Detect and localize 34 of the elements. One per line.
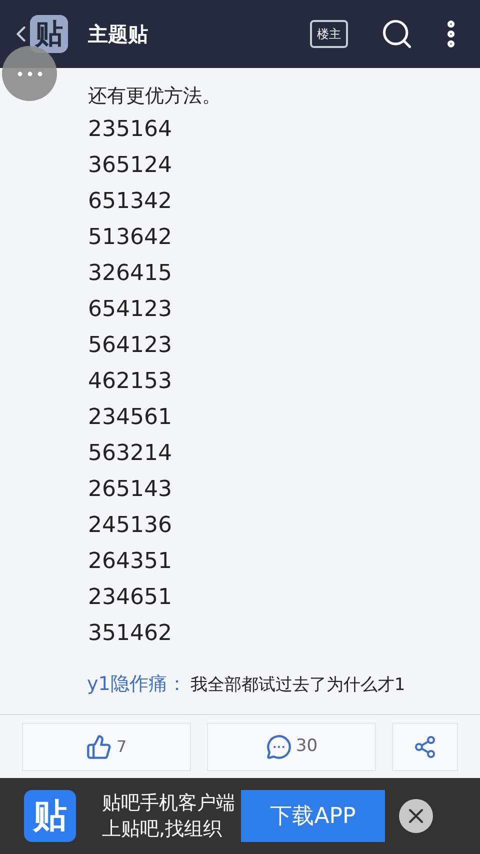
post-line: 234561	[88, 404, 173, 432]
post-line: 235164	[88, 116, 173, 144]
banner-text: 上贴吧,找组织	[102, 817, 224, 842]
download-button[interactable]: 下载APP	[241, 790, 385, 842]
post-line: 651342	[88, 188, 173, 216]
like-button[interactable]: 7	[22, 722, 192, 770]
thumbs-up-icon	[86, 734, 112, 760]
post-line: 326415	[88, 260, 173, 288]
post-line: 245136	[88, 512, 173, 540]
share-icon	[413, 734, 438, 758]
post-line: 351462	[88, 620, 173, 648]
app-logo: 贴	[30, 15, 68, 53]
close-button[interactable]	[399, 799, 433, 833]
app-logo: 贴	[24, 790, 76, 842]
comment-button[interactable]: 30	[207, 722, 376, 770]
reply-text: 我全部都试过去了为什么才1	[190, 674, 406, 697]
banner-text: 贴吧手机客户端	[102, 791, 235, 816]
post-line: 563214	[88, 440, 173, 468]
comment-icon	[266, 734, 292, 760]
post-text: 还有更优方法。	[88, 84, 222, 109]
dots-icon	[16, 70, 42, 76]
page-title: 主题贴	[88, 21, 148, 48]
post-line: 564123	[88, 332, 173, 360]
post-line: 513642	[88, 224, 173, 252]
author-only-button[interactable]: 楼主	[310, 20, 348, 48]
share-button[interactable]	[392, 722, 458, 770]
post-line: 365124	[88, 152, 173, 180]
search-icon[interactable]	[380, 17, 414, 51]
post-line: 654123	[88, 296, 173, 324]
post-line: 265143	[88, 476, 173, 504]
reply-username[interactable]: y1隐作痛：	[87, 670, 186, 698]
post-line: 264351	[88, 548, 173, 576]
post-line: 462153	[88, 368, 173, 396]
post-line: 234651	[88, 584, 173, 612]
